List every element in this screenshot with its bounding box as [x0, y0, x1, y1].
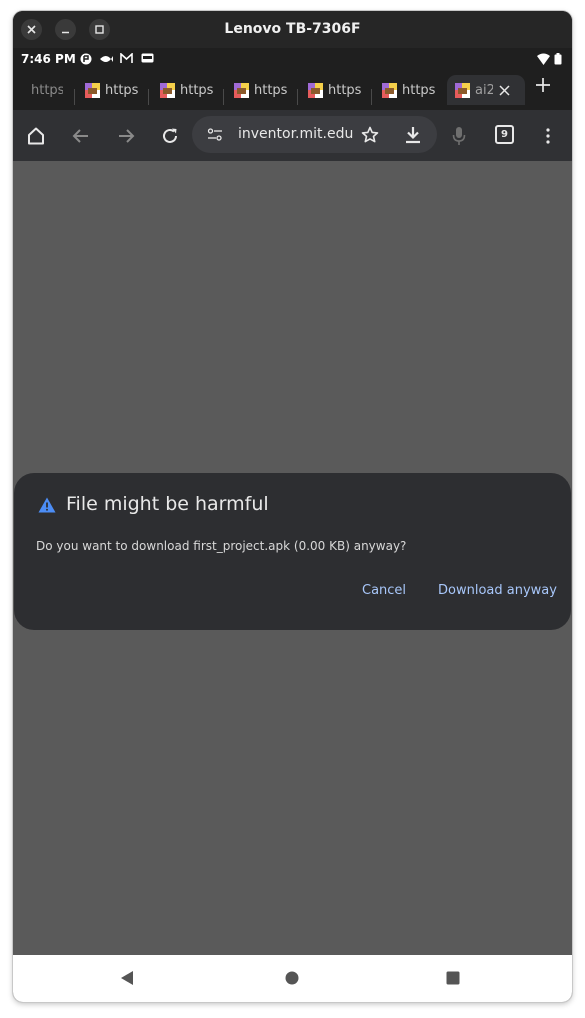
- back-button[interactable]: [69, 124, 93, 148]
- forward-button[interactable]: [114, 124, 138, 148]
- browser-toolbar: inventor.mit.edu 9: [13, 110, 572, 161]
- device-window: Lenovo TB-7306F 7:46 PM https https http…: [13, 11, 572, 1002]
- microphone-icon: [452, 127, 466, 145]
- tab-label: https: [180, 82, 214, 98]
- address-bar[interactable]: inventor.mit.edu: [192, 116, 437, 153]
- close-tab-icon[interactable]: [499, 84, 510, 96]
- tab-separator: [74, 89, 75, 105]
- home-button[interactable]: [24, 124, 48, 148]
- more-menu-button[interactable]: [536, 124, 560, 148]
- wifi-icon: [537, 53, 550, 65]
- title-bar: Lenovo TB-7306F: [13, 11, 572, 48]
- tab-label: https: [328, 82, 362, 98]
- tab[interactable]: https: [31, 75, 63, 105]
- card-notification-icon: [141, 53, 154, 63]
- tab-label: https: [31, 82, 63, 98]
- download-icon[interactable]: [405, 126, 421, 144]
- tab-separator: [148, 89, 149, 105]
- fish-notification-icon: [100, 56, 113, 62]
- tab-label: https: [254, 82, 288, 98]
- back-arrow-icon: [72, 129, 88, 143]
- new-tab-icon[interactable]: [536, 78, 550, 92]
- system-nav-bar: [13, 955, 572, 1002]
- dialog-message: Do you want to download first_project.ap…: [36, 539, 407, 553]
- tab[interactable]: https: [160, 75, 215, 105]
- app-inventor-icon: [160, 82, 175, 98]
- forward-arrow-icon: [119, 129, 135, 143]
- app-inventor-icon: [85, 82, 100, 98]
- tab-label: ai2: [475, 82, 493, 98]
- window-title: Lenovo TB-7306F: [224, 21, 361, 37]
- tab-switcher-button[interactable]: 9: [495, 125, 514, 144]
- tab[interactable]: https: [382, 75, 437, 105]
- home-nav-icon[interactable]: [285, 970, 299, 986]
- battery-icon: [554, 53, 562, 65]
- home-icon: [28, 127, 44, 145]
- dialog-title: File might be harmful: [66, 493, 269, 515]
- gmail-icon: [120, 53, 133, 63]
- tab[interactable]: https: [234, 75, 289, 105]
- app-inventor-icon: [382, 82, 397, 98]
- status-time: 7:46 PM: [21, 52, 76, 66]
- tab-separator: [223, 89, 224, 105]
- voice-search-button[interactable]: [447, 124, 471, 148]
- tab-label: https: [105, 82, 139, 98]
- more-vertical-icon: [546, 128, 550, 144]
- cancel-button[interactable]: Cancel: [362, 583, 406, 598]
- reload-button[interactable]: [158, 124, 182, 148]
- app-notification-icon: [80, 53, 92, 65]
- active-tab[interactable]: ai2: [447, 75, 525, 105]
- download-anyway-button[interactable]: Download anyway: [438, 583, 557, 598]
- status-bar: 7:46 PM: [13, 48, 572, 70]
- app-inventor-icon: [234, 82, 249, 98]
- warning-icon: [38, 497, 56, 513]
- app-inventor-icon: [308, 82, 323, 98]
- reload-icon: [163, 128, 177, 143]
- tab-label: https: [402, 82, 436, 98]
- tab[interactable]: https: [308, 75, 363, 105]
- site-settings-icon[interactable]: [207, 128, 223, 141]
- tab-separator: [297, 89, 298, 105]
- url-text[interactable]: inventor.mit.edu: [238, 116, 353, 153]
- back-nav-icon[interactable]: [120, 970, 134, 986]
- tab[interactable]: https: [85, 75, 140, 105]
- tab-strip: https https https https https https ai2: [13, 70, 572, 110]
- tab-separator: [371, 89, 372, 105]
- download-warning-dialog: File might be harmful Do you want to dow…: [14, 473, 571, 630]
- bookmark-star-icon[interactable]: [361, 126, 379, 144]
- app-inventor-icon: [455, 82, 470, 98]
- recents-nav-icon[interactable]: [446, 970, 460, 986]
- page-content: File might be harmful Do you want to dow…: [13, 161, 572, 955]
